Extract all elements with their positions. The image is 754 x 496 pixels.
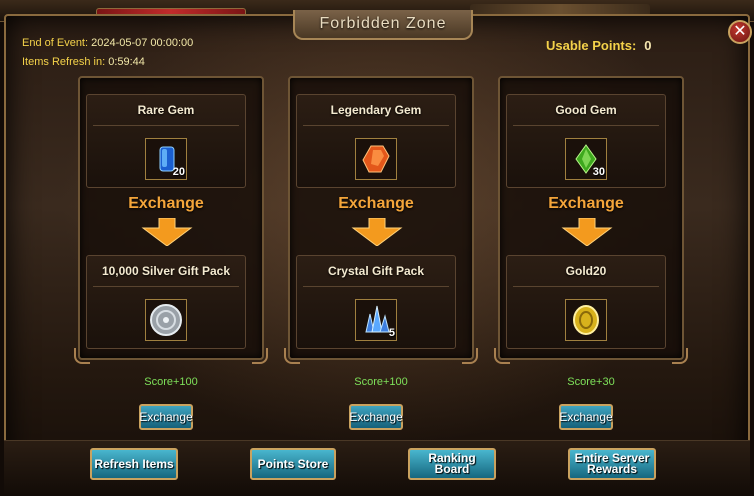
entire-server-rewards-button[interactable]: Entire Server Rewards xyxy=(568,448,656,480)
refresh-timer: 0:59:44 xyxy=(108,56,145,68)
reward-item-slot[interactable] xyxy=(145,299,187,341)
cost-item-slot[interactable] xyxy=(355,138,397,180)
server-rewards-line2: Rewards xyxy=(586,462,638,476)
reward-item-name: 10,000 Silver Gift Pack xyxy=(87,264,245,287)
reward-quantity: 5 xyxy=(388,327,395,339)
exchange-label: Exchange xyxy=(338,195,414,212)
reward-item-box: 10,000 Silver Gift Pack xyxy=(86,255,246,349)
reward-item-box: Crystal Gift Pack 5 xyxy=(296,255,456,349)
points-store-button[interactable]: Points Store xyxy=(250,448,336,480)
cost-item-slot[interactable]: 20 xyxy=(145,138,187,180)
close-button[interactable]: ✕ xyxy=(728,20,752,44)
points-value: 0 xyxy=(644,38,652,53)
cost-item-name: Good Gem xyxy=(507,103,665,126)
event-info: End of Event: 2024-05-07 00:00:00 Items … xyxy=(22,34,193,72)
down-arrow-icon xyxy=(351,218,403,246)
exchange-label: Exchange xyxy=(128,195,204,212)
exchange-card-rare-gem: Rare Gem 20 Exchange 10,000 Silver Gift … xyxy=(74,76,268,364)
exchange-card-legendary-gem: Legendary Gem Exchange Crystal Gift Pack… xyxy=(284,76,478,364)
window-title: Forbidden Zone xyxy=(319,15,447,32)
reward-item-name: Gold20 xyxy=(507,264,665,287)
cost-quantity: 30 xyxy=(592,166,605,178)
score-text: Score+100 xyxy=(354,376,408,388)
reward-item-slot[interactable] xyxy=(565,299,607,341)
cost-item-name: Legendary Gem xyxy=(297,103,455,126)
close-icon: ✕ xyxy=(733,23,747,40)
gold-coin-icon xyxy=(573,305,599,335)
refresh-label: Items Refresh in: xyxy=(22,56,106,68)
score-text: Score+100 xyxy=(144,376,198,388)
exchange-button[interactable]: Exchange xyxy=(559,404,613,430)
cost-item-box: Rare Gem 20 xyxy=(86,94,246,188)
down-arrow-icon xyxy=(141,218,193,246)
cost-item-box: Good Gem 30 xyxy=(506,94,666,188)
cost-item-box: Legendary Gem xyxy=(296,94,456,188)
orange-gem-icon xyxy=(362,145,390,173)
reward-item-name: Crystal Gift Pack xyxy=(297,264,455,287)
exchange-label: Exchange xyxy=(548,195,624,212)
points-label: Usable Points: xyxy=(546,38,637,53)
event-end-label: End of Event: xyxy=(22,37,89,49)
ranking-board-button[interactable]: Ranking Board xyxy=(408,448,496,480)
title-plate: Forbidden Zone xyxy=(293,10,473,40)
score-text: Score+30 xyxy=(567,376,615,388)
exchange-card-good-gem: Good Gem 30 Exchange Gold20 xyxy=(494,76,688,364)
reward-item-box: Gold20 xyxy=(506,255,666,349)
exchange-button[interactable]: Exchange xyxy=(349,404,403,430)
cost-item-slot[interactable]: 30 xyxy=(565,138,607,180)
usable-points: Usable Points: 0 xyxy=(546,38,652,53)
exchange-button[interactable]: Exchange xyxy=(139,404,193,430)
reward-item-slot[interactable]: 5 xyxy=(355,299,397,341)
cost-quantity: 20 xyxy=(172,166,185,178)
silver-coin-icon xyxy=(150,304,182,336)
refresh-items-button[interactable]: Refresh Items xyxy=(90,448,178,480)
event-end-value: 2024-05-07 00:00:00 xyxy=(91,37,194,49)
refresh-timer-row: Items Refresh in: 0:59:44 xyxy=(22,53,193,72)
down-arrow-icon xyxy=(561,218,613,246)
cost-item-name: Rare Gem xyxy=(87,103,245,126)
event-end-row: End of Event: 2024-05-07 00:00:00 xyxy=(22,34,193,53)
